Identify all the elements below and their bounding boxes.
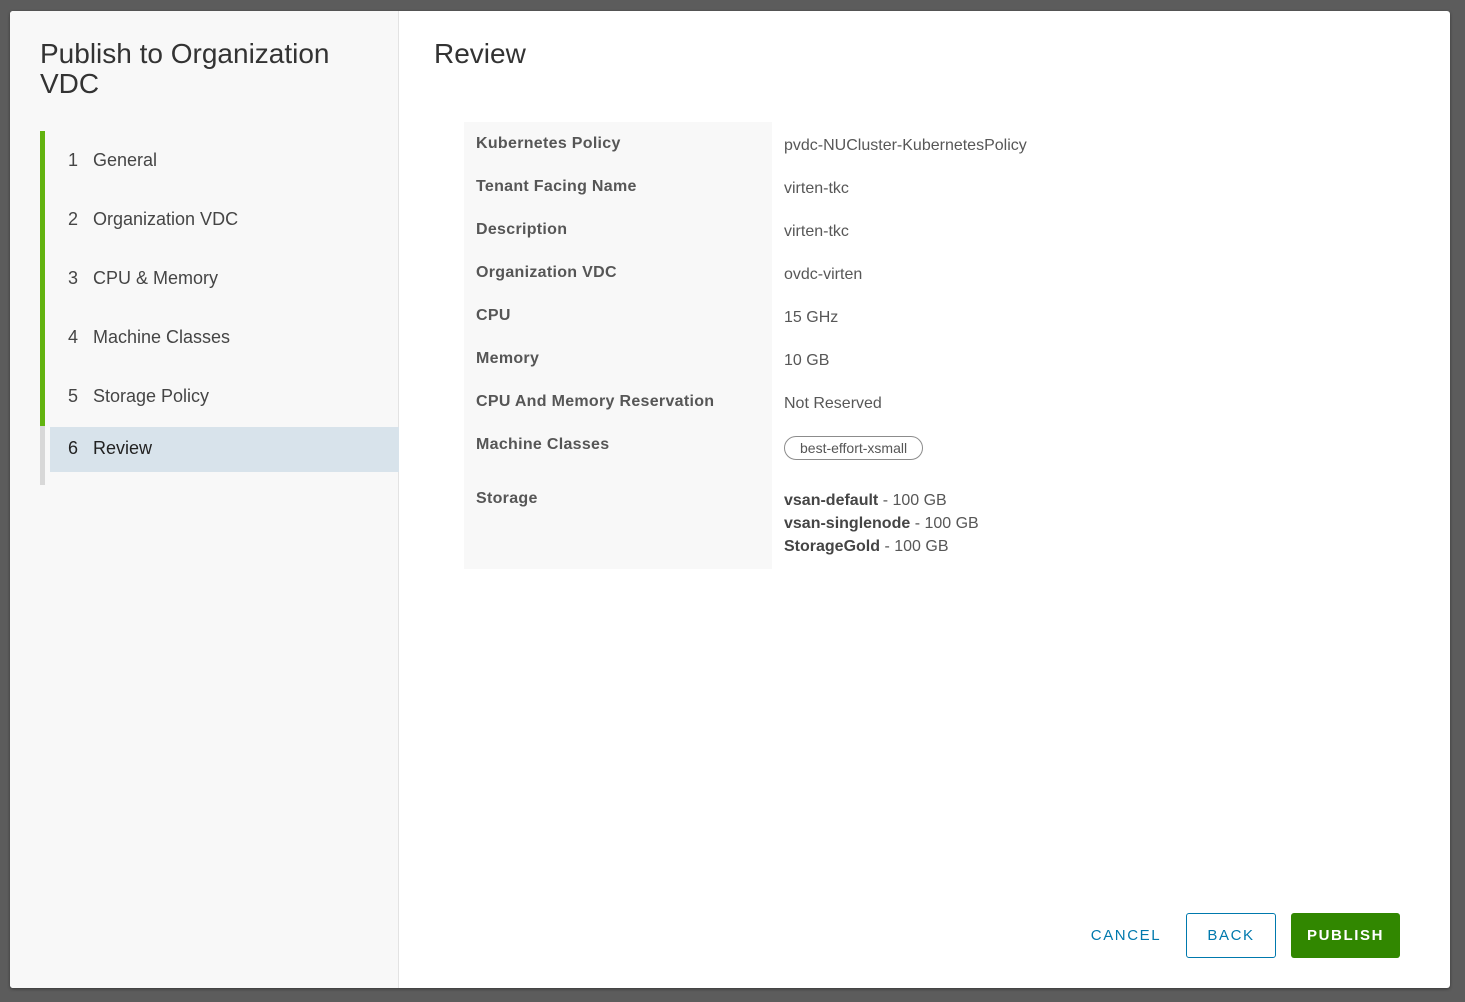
review-value: 15 GHz <box>784 309 839 326</box>
wizard-title: Publish to Organization VDC <box>40 38 330 99</box>
storage-name: vsan-singlenode <box>784 515 911 532</box>
step-number: 5 <box>68 386 79 406</box>
review-row-storage: Storage vsan-default - 100 GB vsan-singl… <box>464 477 1164 569</box>
review-key: Kubernetes Policy <box>464 122 772 165</box>
step-label: Organization VDC <box>93 209 239 229</box>
review-value: best-effort-xsmall <box>772 423 1164 477</box>
wizard-sidebar: Publish to Organization VDC 1 General 2 … <box>10 11 399 988</box>
review-value: virten-tkc <box>784 180 849 197</box>
storage-item: vsan-default - 100 GB <box>784 489 1164 512</box>
step-label: Review <box>93 438 153 458</box>
step-label: CPU & Memory <box>93 268 219 288</box>
review-row-memory: Memory 10 GB <box>464 337 1164 380</box>
review-row-kubernetes-policy: Kubernetes Policy pvdc-NUCluster-Kuberne… <box>464 122 1164 165</box>
step-progress-bar <box>40 249 45 308</box>
step-number: 6 <box>68 438 79 458</box>
step-general[interactable]: 1 General <box>40 131 399 190</box>
step-number: 2 <box>68 209 79 229</box>
machine-class-tag: best-effort-xsmall <box>784 436 924 460</box>
review-row-description: Description virten-tkc <box>464 208 1164 251</box>
step-number: 4 <box>68 327 79 347</box>
step-progress-bar <box>40 426 45 485</box>
review-key: Description <box>464 208 772 251</box>
review-key: Memory <box>464 337 772 380</box>
publish-button[interactable]: PUBLISH <box>1291 913 1400 958</box>
wizard-steps: 1 General 2 Organization VDC 3 CPU & Mem… <box>40 131 399 485</box>
step-progress-bar <box>40 308 45 367</box>
review-value: Not Reserved <box>784 395 882 412</box>
review-value: pvdc-NUCluster-KubernetesPolicy <box>784 137 1027 154</box>
wizard-content: Review Kubernetes Policy pvdc-NUCluster-… <box>400 11 1450 988</box>
storage-size: - 100 GB <box>878 492 947 509</box>
review-value: virten-tkc <box>784 223 849 240</box>
step-label: Storage Policy <box>93 386 210 406</box>
review-row-machine-classes: Machine Classes best-effort-xsmall <box>464 423 1164 477</box>
step-review[interactable]: 6 Review <box>40 426 399 485</box>
step-number: 3 <box>68 268 79 288</box>
storage-name: vsan-default <box>784 492 879 509</box>
step-progress-bar <box>40 367 45 426</box>
review-key: CPU And Memory Reservation <box>464 380 772 423</box>
publish-wizard-dialog: Publish to Organization VDC 1 General 2 … <box>10 11 1450 988</box>
review-value: ovdc-virten <box>784 266 863 283</box>
step-number: 1 <box>68 150 79 170</box>
review-key: Organization VDC <box>464 251 772 294</box>
storage-list: vsan-default - 100 GB vsan-singlenode - … <box>784 489 1164 558</box>
step-storage-policy[interactable]: 5 Storage Policy <box>40 367 399 426</box>
page-title: Review <box>434 38 526 69</box>
storage-size: - 100 GB <box>910 515 979 532</box>
review-key: Machine Classes <box>464 423 772 477</box>
cancel-button[interactable]: CANCEL <box>1070 913 1182 958</box>
step-label: Machine Classes <box>93 327 231 347</box>
storage-name: StorageGold <box>784 538 881 555</box>
review-key: Storage <box>464 477 772 569</box>
review-row-cpu: CPU 15 GHz <box>464 294 1164 337</box>
storage-item: vsan-singlenode - 100 GB <box>784 512 1164 535</box>
step-cpu-memory[interactable]: 3 CPU & Memory <box>40 249 399 308</box>
review-key: Tenant Facing Name <box>464 165 772 208</box>
review-value: 10 GB <box>784 352 830 369</box>
step-label: General <box>93 150 158 170</box>
step-progress-bar <box>40 131 45 190</box>
storage-size: - 100 GB <box>880 538 949 555</box>
step-organization-vdc[interactable]: 2 Organization VDC <box>40 190 399 249</box>
review-value: vsan-default - 100 GB vsan-singlenode - … <box>772 477 1164 569</box>
storage-item: StorageGold - 100 GB <box>784 535 1164 558</box>
step-machine-classes[interactable]: 4 Machine Classes <box>40 308 399 367</box>
review-table: Kubernetes Policy pvdc-NUCluster-Kuberne… <box>464 122 1164 569</box>
step-progress-bar <box>40 190 45 249</box>
back-button[interactable]: BACK <box>1186 913 1276 958</box>
review-row-organization-vdc: Organization VDC ovdc-virten <box>464 251 1164 294</box>
review-row-reservation: CPU And Memory Reservation Not Reserved <box>464 380 1164 423</box>
review-row-tenant-facing-name: Tenant Facing Name virten-tkc <box>464 165 1164 208</box>
review-key: CPU <box>464 294 772 337</box>
